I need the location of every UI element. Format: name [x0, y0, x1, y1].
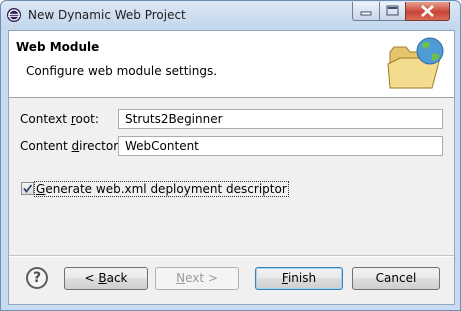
close-icon: [421, 5, 434, 17]
content-directory-input[interactable]: WebContent: [118, 136, 443, 156]
checkmark-icon: [23, 184, 33, 193]
wizard-banner: Web Module Configure web module settings…: [9, 31, 454, 98]
minimize-icon: [360, 11, 372, 16]
maximize-icon: [386, 5, 399, 16]
context-root-label: Context root:: [20, 112, 99, 126]
dialog-window: New Dynamic Web Project Web Module Confi…: [0, 0, 461, 311]
minimize-button[interactable]: [352, 2, 380, 21]
title-bar[interactable]: New Dynamic Web Project: [1, 1, 460, 30]
dialog-content: Web Module Configure web module settings…: [8, 30, 455, 305]
page-title: Web Module: [16, 40, 100, 54]
generate-descriptor-label[interactable]: Generate web.xml deployment descriptor: [34, 181, 289, 197]
context-root-input[interactable]: Struts2Beginner: [118, 109, 443, 129]
close-window-button[interactable]: [405, 2, 450, 21]
button-bar-separator: [9, 255, 454, 257]
help-button[interactable]: ?: [26, 267, 48, 289]
help-icon: ?: [32, 270, 42, 286]
eclipse-app-icon: [7, 8, 21, 22]
back-button[interactable]: < Back: [64, 267, 148, 290]
page-description: Configure web module settings.: [26, 64, 218, 78]
window-title: New Dynamic Web Project: [28, 8, 186, 22]
content-directory-label: Content directory:: [20, 139, 129, 153]
generate-descriptor-checkbox[interactable]: [21, 182, 34, 195]
cancel-button[interactable]: Cancel: [352, 267, 440, 290]
next-button[interactable]: Next >: [155, 267, 239, 290]
finish-button[interactable]: Finish: [255, 267, 343, 290]
folder-globe-icon: [387, 37, 444, 89]
maximize-button[interactable]: [379, 2, 406, 21]
